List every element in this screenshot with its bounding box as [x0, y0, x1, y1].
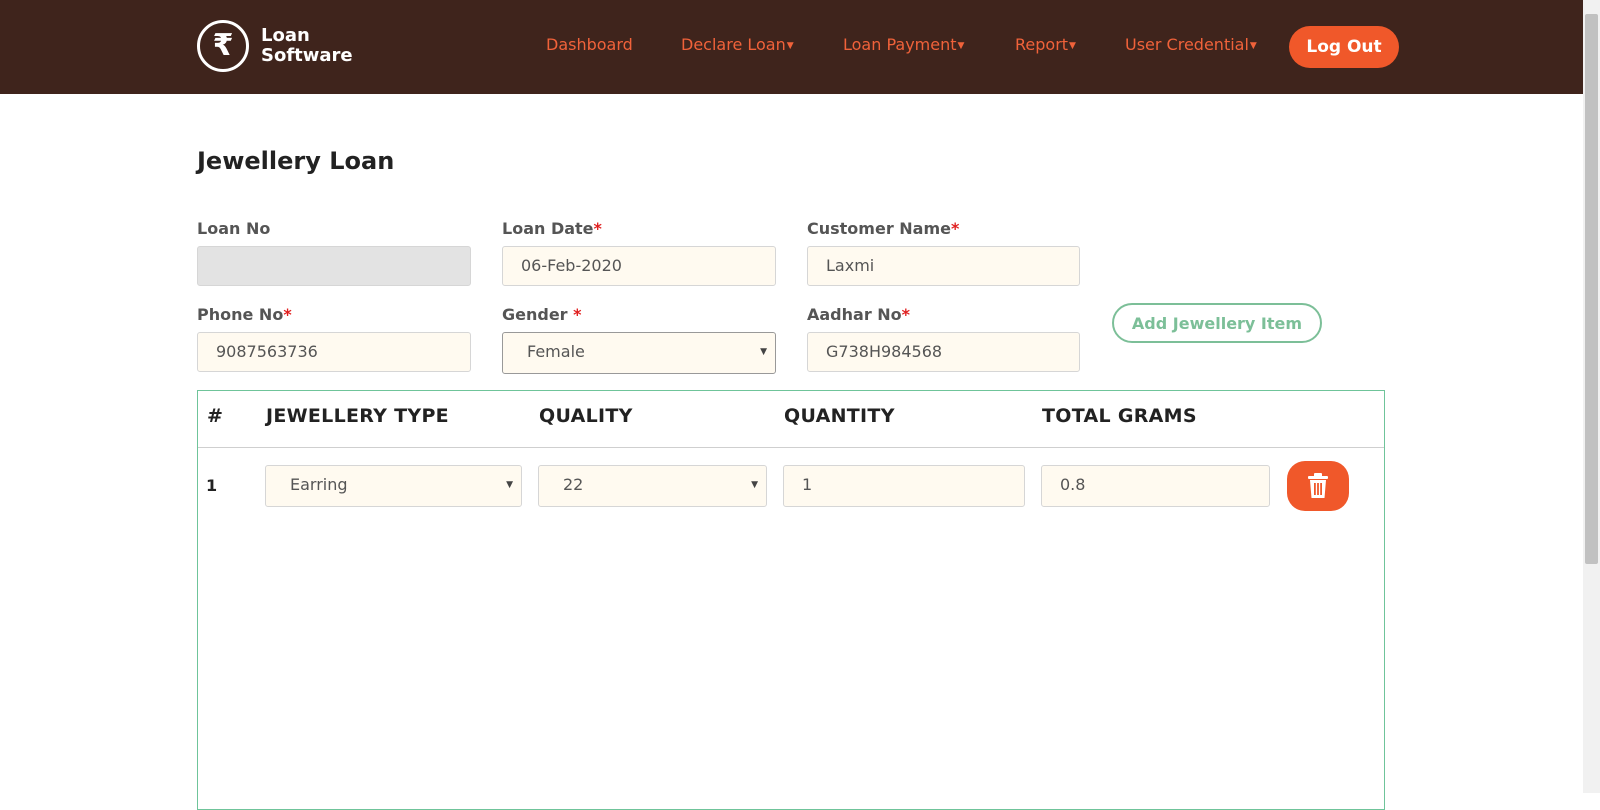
brand-line-2: Software	[261, 45, 353, 66]
required-mark: *	[283, 305, 292, 324]
required-mark: *	[593, 219, 602, 238]
aadhar-no-field[interactable]: G738H984568	[807, 332, 1080, 372]
page-title: Jewellery Loan	[197, 147, 395, 175]
required-mark: *	[573, 305, 582, 324]
customer-name-label-text: Customer Name	[807, 219, 951, 238]
quality-select[interactable]: 22 ▼	[538, 465, 767, 507]
jewellery-type-value: Earring	[290, 475, 348, 494]
customer-name-field[interactable]: Laxmi	[807, 246, 1080, 286]
row-number: 1	[206, 476, 218, 495]
loan-no-label: Loan No	[197, 219, 270, 238]
jewellery-type-select[interactable]: Earring ▼	[265, 465, 522, 507]
top-navbar: ₹ Loan Software Dashboard Declare Loan▼ …	[0, 0, 1583, 94]
gender-selected-value: Female	[527, 342, 585, 361]
caret-down-icon: ▼	[786, 41, 794, 51]
logout-button[interactable]: Log Out	[1289, 26, 1399, 68]
column-header-quality: QUALITY	[539, 405, 633, 427]
nav-loan-payment[interactable]: Loan Payment▼	[843, 35, 964, 54]
brand-name: Loan Software	[261, 26, 353, 66]
column-header-jewellery-type: JEWELLERY TYPE	[266, 405, 449, 427]
column-header-total-grams: TOTAL GRAMS	[1042, 405, 1197, 427]
column-header-number: #	[207, 405, 224, 427]
loan-date-field[interactable]: 06-Feb-2020	[502, 246, 776, 286]
gender-select[interactable]: Female ▼	[502, 332, 776, 374]
quality-value: 22	[563, 475, 584, 494]
nav-loan-payment-label: Loan Payment	[843, 35, 957, 54]
nav-report[interactable]: Report▼	[1015, 35, 1076, 54]
quantity-field[interactable]: 1	[783, 465, 1025, 507]
aadhar-no-label: Aadhar No*	[807, 305, 910, 324]
add-jewellery-item-button[interactable]: Add Jewellery Item	[1112, 303, 1322, 343]
phone-no-label-text: Phone No	[197, 305, 284, 324]
loan-no-field[interactable]	[197, 246, 471, 286]
aadhar-no-label-text: Aadhar No	[807, 305, 902, 324]
phone-no-field[interactable]: 9087563736	[197, 332, 471, 372]
loan-no-label-text: Loan No	[197, 219, 271, 238]
caret-down-icon: ▼	[1069, 41, 1076, 51]
brand-logo[interactable]: ₹ Loan Software	[197, 20, 353, 72]
table-header-divider	[198, 447, 1384, 448]
delete-row-button[interactable]	[1287, 461, 1349, 511]
rupee-icon: ₹	[197, 20, 249, 72]
nav-user-credential[interactable]: User Credential▼	[1125, 35, 1257, 54]
required-mark: *	[901, 305, 911, 324]
scrollbar-thumb[interactable]	[1585, 14, 1598, 564]
jewellery-items-table	[197, 390, 1385, 810]
gender-label: Gender *	[502, 305, 582, 324]
customer-name-label: Customer Name*	[807, 219, 959, 238]
nav-declare-loan[interactable]: Declare Loan▼	[681, 35, 794, 54]
caret-down-icon: ▼	[1249, 41, 1257, 51]
nav-dashboard[interactable]: Dashboard	[546, 35, 633, 54]
chevron-down-icon: ▼	[760, 347, 767, 357]
trash-icon	[1308, 473, 1328, 498]
brand-line-1: Loan	[261, 25, 310, 46]
phone-no-label: Phone No*	[197, 305, 292, 324]
nav-report-label: Report	[1015, 35, 1069, 54]
chevron-down-icon: ▼	[751, 480, 758, 490]
loan-date-label: Loan Date*	[502, 219, 602, 238]
caret-down-icon: ▼	[957, 41, 965, 51]
required-mark: *	[951, 219, 960, 238]
chevron-down-icon: ▼	[506, 480, 513, 490]
column-header-quantity: QUANTITY	[784, 405, 895, 427]
nav-declare-loan-label: Declare Loan	[681, 35, 786, 54]
loan-date-label-text: Loan Date	[502, 219, 594, 238]
gender-label-text: Gender	[502, 305, 568, 324]
nav-user-credential-label: User Credential	[1125, 35, 1249, 54]
nav-dashboard-label: Dashboard	[546, 35, 633, 54]
total-grams-field[interactable]: 0.8	[1041, 465, 1270, 507]
